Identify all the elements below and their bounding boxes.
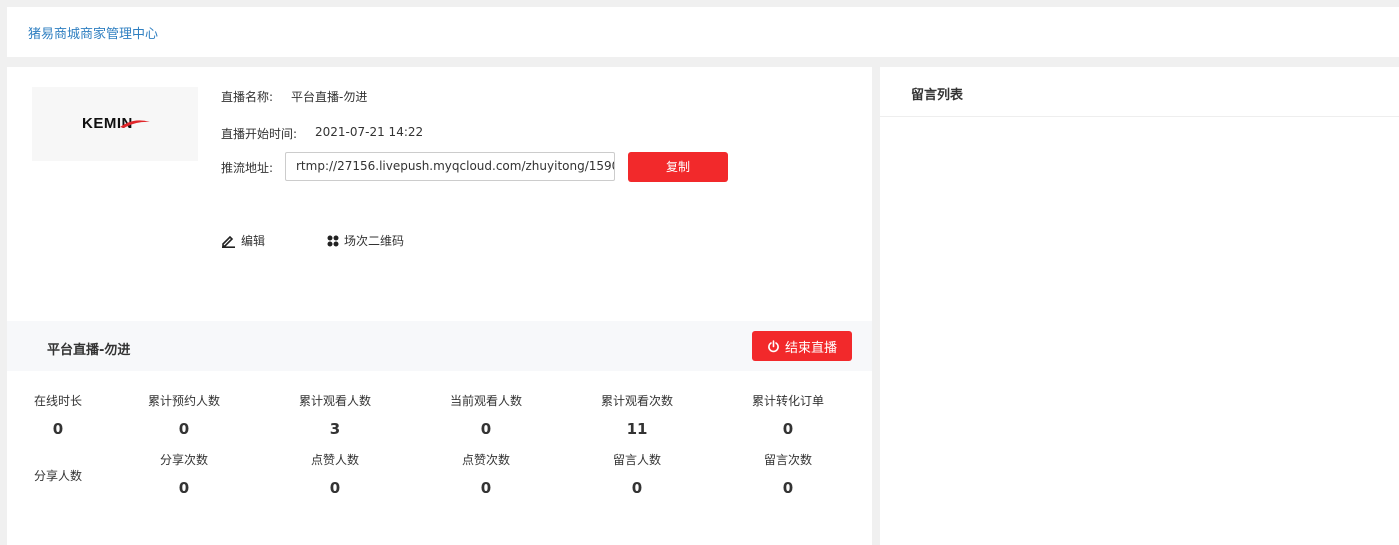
top-header: 猪易商城商家管理中心 xyxy=(7,7,1399,57)
edit-label: 编辑 xyxy=(241,234,266,248)
comments-panel: 留言列表 xyxy=(880,67,1399,545)
stat-label: 累计观看次数 xyxy=(600,394,674,408)
grid-icon xyxy=(327,235,339,246)
live-name-value: 平台直播-勿进 xyxy=(291,90,368,104)
live-cover-logo: KEMIN xyxy=(32,87,198,161)
stat-label: 在线时长 xyxy=(33,394,83,408)
qrcode-label: 场次二维码 xyxy=(344,234,405,248)
push-url-input[interactable]: rtmp://27156.livepush.myqcloud.com/zhuyi… xyxy=(285,152,615,181)
stat-label: 当前观看人数 xyxy=(449,394,523,408)
stat-value: 0 xyxy=(480,479,492,497)
stat-value: 0 xyxy=(329,479,341,497)
stat-value: 0 xyxy=(178,479,190,497)
stat-value: 0 xyxy=(52,420,64,438)
stat-label: 累计预约人数 xyxy=(147,394,221,408)
stat-label: 点赞人数 xyxy=(310,453,360,467)
stat-value: 0 xyxy=(480,420,492,438)
stat-value: 0 xyxy=(631,479,643,497)
stat-label: 分享人数 xyxy=(33,469,83,483)
stat-value: 0 xyxy=(782,420,794,438)
stats-title: 平台直播-勿进 xyxy=(47,343,131,358)
copy-button[interactable]: 复制 xyxy=(628,152,728,182)
logo-swoosh-icon xyxy=(120,120,150,128)
stat-label: 点赞次数 xyxy=(461,453,511,467)
stat-value: 3 xyxy=(329,420,341,438)
power-icon xyxy=(768,339,779,352)
live-name-label: 直播名称: xyxy=(221,90,274,104)
end-live-button[interactable]: 结束直播 xyxy=(752,331,852,361)
qrcode-action[interactable]: 场次二维码 xyxy=(327,232,404,249)
live-start-row: 直播开始时间: 2021-07-21 14:22 xyxy=(221,125,423,142)
live-start-value: 2021-07-21 14:22 xyxy=(315,125,424,139)
stat-label: 留言次数 xyxy=(763,453,813,467)
app-title[interactable]: 猪易商城商家管理中心 xyxy=(28,23,158,42)
stats-header: 平台直播-勿进 xyxy=(7,321,872,371)
edit-icon xyxy=(222,235,235,248)
live-start-label: 直播开始时间: xyxy=(221,127,298,141)
stat-label: 分享次数 xyxy=(159,453,209,467)
live-name-row: 直播名称: 平台直播-勿进 xyxy=(221,88,367,105)
end-live-label: 结束直播 xyxy=(784,340,837,356)
push-url-label-wrap: 推流地址: xyxy=(221,159,273,176)
comments-title: 留言列表 xyxy=(911,88,964,103)
stat-label: 累计转化订单 xyxy=(751,394,825,408)
stat-value: 0 xyxy=(178,420,190,438)
comments-header: 留言列表 xyxy=(880,67,1399,117)
stat-label: 累计观看人数 xyxy=(298,394,372,408)
live-info-panel: KEMIN 直播名称: 平台直播-勿进 直播开始时间: 2021-07-21 1… xyxy=(7,67,872,545)
stat-value: 0 xyxy=(782,479,794,497)
push-url-label: 推流地址: xyxy=(221,161,274,175)
stat-value: 11 xyxy=(626,420,648,438)
stat-label: 留言人数 xyxy=(612,453,662,467)
edit-action[interactable]: 编辑 xyxy=(221,232,265,249)
